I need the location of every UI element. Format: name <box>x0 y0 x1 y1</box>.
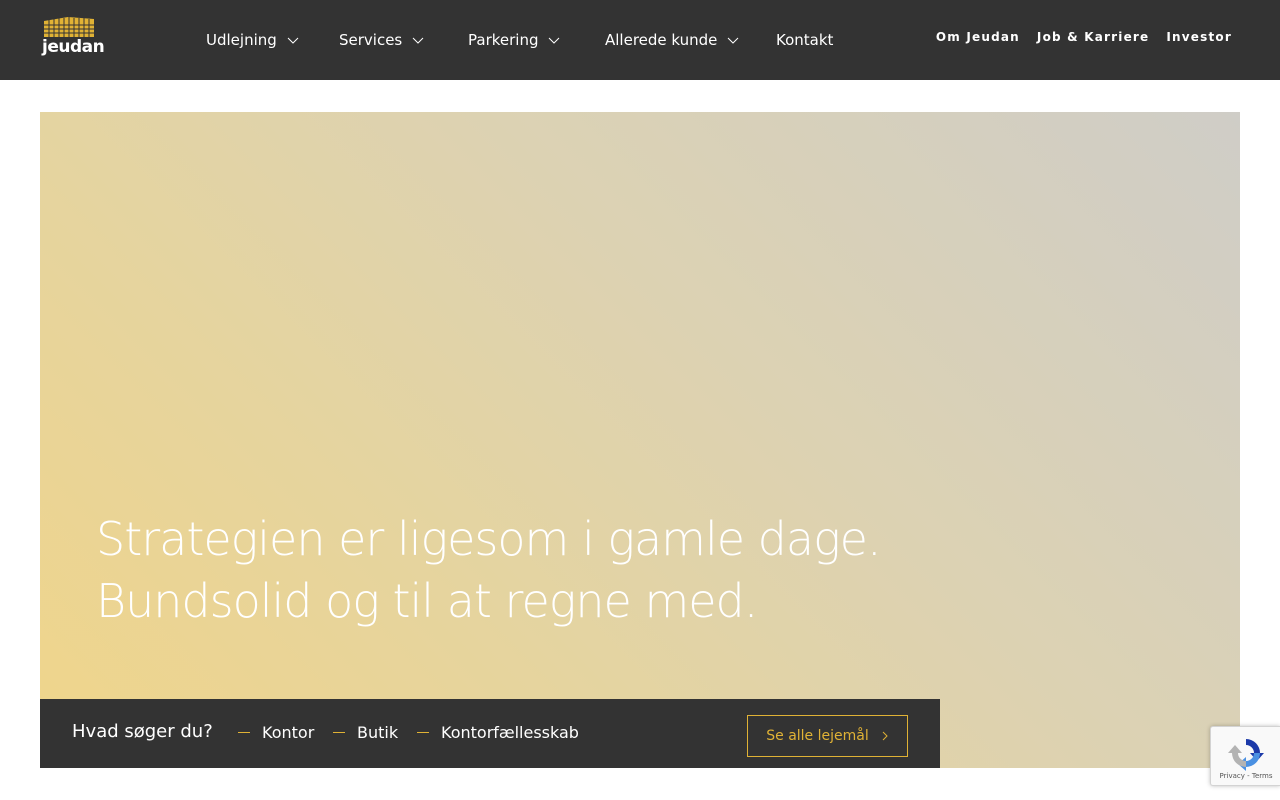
dash-icon <box>417 732 429 733</box>
see-all-label: Se alle lejemål <box>766 728 869 744</box>
recaptcha-terms[interactable]: Privacy - Terms <box>1214 772 1278 780</box>
nav-item-label: Services <box>339 31 403 49</box>
nav-item-services[interactable]: Services <box>339 28 424 52</box>
chevron-down-icon <box>728 37 739 44</box>
hero-banner: Strategien er ligesom i gamle dage. Bund… <box>40 112 1240 768</box>
hero-heading: Strategien er ligesom i gamle dage. Bund… <box>96 508 996 632</box>
nav-item-label: Parkering <box>468 31 539 49</box>
hero-heading-line-2: Bundsolid og til at regne med. <box>96 574 758 628</box>
category-link-kontor[interactable]: Kontor <box>238 723 314 742</box>
nav-item-label: Udlejning <box>206 31 277 49</box>
secondary-navigation: Om Jeudan Job & Karriere Investor <box>936 30 1232 44</box>
category-label: Kontor <box>262 723 315 742</box>
see-all-leases-button[interactable]: Se alle lejemål <box>747 715 908 757</box>
chevron-down-icon <box>287 37 299 44</box>
nav-item-label: Kontakt <box>776 31 834 49</box>
top-navigation-bar: jeudan Udlejning Services Parkering Alle… <box>0 0 1280 80</box>
nav-link-investor[interactable]: Investor <box>1166 30 1232 44</box>
recaptcha-badge[interactable]: Privacy - Terms <box>1210 726 1280 786</box>
search-question: Hvad søger du? <box>72 721 213 742</box>
building-logo-icon <box>44 17 94 37</box>
nav-item-udlejning[interactable]: Udlejning <box>206 28 299 52</box>
nav-item-parkering[interactable]: Parkering <box>468 28 560 52</box>
hero-heading-line-1: Strategien er ligesom i gamle dage. <box>96 512 882 566</box>
nav-item-allerede-kunde[interactable]: Allerede kunde <box>605 28 739 52</box>
chevron-down-icon <box>549 37 560 44</box>
nav-item-label: Allerede kunde <box>605 31 718 49</box>
chevron-down-icon <box>412 37 424 44</box>
nav-link-job-karriere[interactable]: Job & Karriere <box>1037 30 1149 44</box>
jeudan-logo[interactable]: jeudan <box>42 15 105 65</box>
dash-icon <box>333 732 345 733</box>
dash-icon <box>238 732 250 733</box>
category-link-kontorfaellesskab[interactable]: Kontorfællesskab <box>417 723 579 742</box>
nav-item-kontakt[interactable]: Kontakt <box>776 28 833 52</box>
category-label: Butik <box>357 723 399 742</box>
logo-text: jeudan <box>42 37 105 57</box>
property-search-bar: Hvad søger du? Kontor Butik Kontorfælles… <box>40 699 940 768</box>
recaptcha-icon <box>1228 739 1264 771</box>
chevron-right-icon <box>882 731 888 741</box>
category-link-butik[interactable]: Butik <box>333 723 398 742</box>
nav-link-om-jeudan[interactable]: Om Jeudan <box>936 30 1020 44</box>
category-label: Kontorfællesskab <box>441 723 579 742</box>
